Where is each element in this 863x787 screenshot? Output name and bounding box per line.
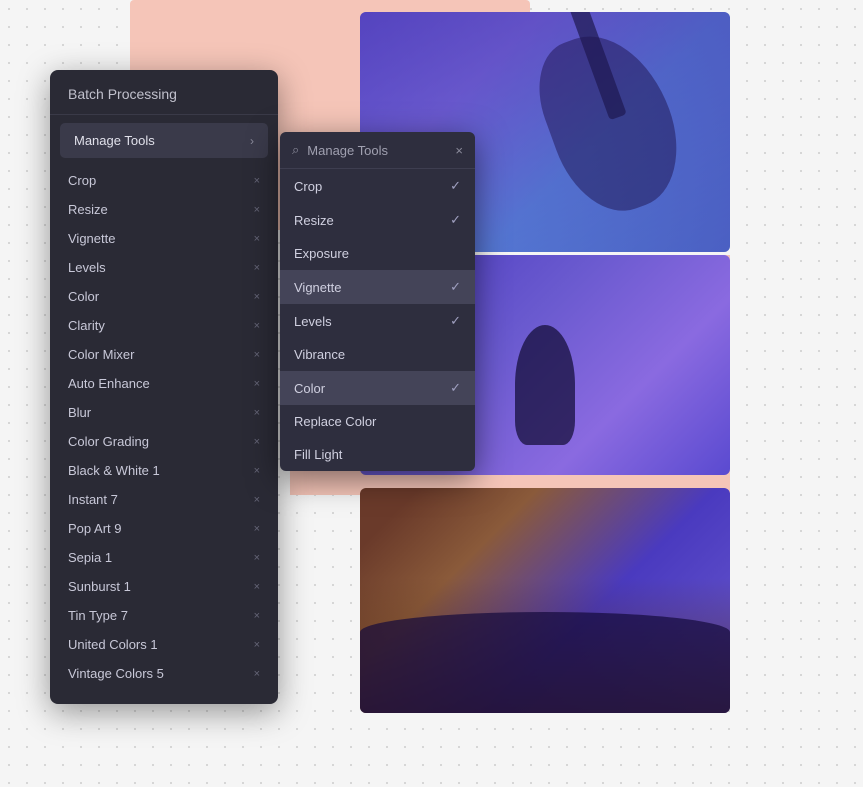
tool-item-crop[interactable]: Crop × <box>50 166 278 195</box>
tool-name-color-mixer: Color Mixer <box>68 347 134 362</box>
tool-name-resize: Resize <box>68 202 108 217</box>
dropdown-item-label: Resize <box>294 213 334 228</box>
tool-item-vignette[interactable]: Vignette × <box>50 224 278 253</box>
dropdown-item-exposure[interactable]: Exposure <box>280 237 475 270</box>
tool-item-blur[interactable]: Blur × <box>50 398 278 427</box>
tool-remove-levels[interactable]: × <box>254 262 260 274</box>
dropdown-item-label: Color <box>294 381 325 396</box>
dropdown-item-label: Vignette <box>294 280 341 295</box>
check-icon: ✓ <box>450 279 461 295</box>
arrow-right-icon: › <box>250 134 254 148</box>
tool-name-auto-enhance: Auto Enhance <box>68 376 150 391</box>
tool-remove-crop[interactable]: × <box>254 175 260 187</box>
tool-item-black-white[interactable]: Black & White 1 × <box>50 456 278 485</box>
tool-remove-united-colors[interactable]: × <box>254 639 260 651</box>
manage-tools-label: Manage Tools <box>74 133 155 148</box>
dropdown-item-label: Exposure <box>294 246 349 261</box>
tool-item-clarity[interactable]: Clarity × <box>50 311 278 340</box>
batch-processing-panel: Batch Processing Manage Tools › Crop × R… <box>50 70 278 704</box>
dropdown-item-crop[interactable]: Crop ✓ <box>280 169 475 203</box>
tool-remove-pop-art[interactable]: × <box>254 523 260 535</box>
check-icon: ✓ <box>450 380 461 396</box>
dropdown-item-color[interactable]: Color ✓ <box>280 371 475 405</box>
tool-list: Crop × Resize × Vignette × Levels × Colo… <box>50 166 278 688</box>
tool-remove-tin-type[interactable]: × <box>254 610 260 622</box>
tool-name-united-colors: United Colors 1 <box>68 637 158 652</box>
dropdown-item-replace-color[interactable]: Replace Color <box>280 405 475 438</box>
tool-item-sepia[interactable]: Sepia 1 × <box>50 543 278 572</box>
tool-item-vintage-colors[interactable]: Vintage Colors 5 × <box>50 659 278 688</box>
tool-remove-sunburst[interactable]: × <box>254 581 260 593</box>
manage-tools-dropdown: ⌕ Manage Tools × Crop ✓ Resize ✓ Exposur… <box>280 132 475 471</box>
tool-remove-color-mixer[interactable]: × <box>254 349 260 361</box>
tool-remove-blur[interactable]: × <box>254 407 260 419</box>
tool-remove-vignette[interactable]: × <box>254 233 260 245</box>
tool-remove-resize[interactable]: × <box>254 204 260 216</box>
tool-name-black-white: Black & White 1 <box>68 463 160 478</box>
dropdown-item-label: Levels <box>294 314 332 329</box>
dropdown-item-fill-light[interactable]: Fill Light <box>280 438 475 471</box>
tool-name-vintage-colors: Vintage Colors 5 <box>68 666 164 681</box>
dropdown-close-button[interactable]: × <box>455 143 463 158</box>
tool-name-vignette: Vignette <box>68 231 115 246</box>
dropdown-search-text[interactable]: Manage Tools <box>307 143 447 158</box>
dropdown-items-list: Crop ✓ Resize ✓ Exposure Vignette ✓ Leve… <box>280 169 475 471</box>
check-icon: ✓ <box>450 212 461 228</box>
manage-tools-button[interactable]: Manage Tools › <box>60 123 268 158</box>
tool-item-sunburst[interactable]: Sunburst 1 × <box>50 572 278 601</box>
tool-remove-color-grading[interactable]: × <box>254 436 260 448</box>
search-icon: ⌕ <box>292 142 299 158</box>
tool-remove-clarity[interactable]: × <box>254 320 260 332</box>
tool-name-blur: Blur <box>68 405 91 420</box>
dropdown-item-vibrance[interactable]: Vibrance <box>280 338 475 371</box>
tool-item-tin-type[interactable]: Tin Type 7 × <box>50 601 278 630</box>
dropdown-item-vignette[interactable]: Vignette ✓ <box>280 270 475 304</box>
tool-name-sunburst: Sunburst 1 <box>68 579 131 594</box>
tool-name-color: Color <box>68 289 99 304</box>
dropdown-item-label: Replace Color <box>294 414 376 429</box>
tool-item-levels[interactable]: Levels × <box>50 253 278 282</box>
tool-item-color-mixer[interactable]: Color Mixer × <box>50 340 278 369</box>
tool-remove-black-white[interactable]: × <box>254 465 260 477</box>
check-icon: ✓ <box>450 178 461 194</box>
tool-remove-color[interactable]: × <box>254 291 260 303</box>
dropdown-item-label: Crop <box>294 179 322 194</box>
batch-panel-title: Batch Processing <box>50 70 278 115</box>
tool-item-instant[interactable]: Instant 7 × <box>50 485 278 514</box>
dropdown-item-resize[interactable]: Resize ✓ <box>280 203 475 237</box>
dropdown-item-levels[interactable]: Levels ✓ <box>280 304 475 338</box>
tool-item-united-colors[interactable]: United Colors 1 × <box>50 630 278 659</box>
tool-remove-sepia[interactable]: × <box>254 552 260 564</box>
tool-name-color-grading: Color Grading <box>68 434 149 449</box>
tool-name-crop: Crop <box>68 173 96 188</box>
tool-item-auto-enhance[interactable]: Auto Enhance × <box>50 369 278 398</box>
tool-name-instant: Instant 7 <box>68 492 118 507</box>
tool-name-clarity: Clarity <box>68 318 105 333</box>
photo-concert <box>360 488 730 713</box>
tool-name-levels: Levels <box>68 260 106 275</box>
tool-item-color-grading[interactable]: Color Grading × <box>50 427 278 456</box>
tool-name-pop-art: Pop Art 9 <box>68 521 121 536</box>
tool-item-color[interactable]: Color × <box>50 282 278 311</box>
check-icon: ✓ <box>450 313 461 329</box>
dropdown-item-label: Fill Light <box>294 447 342 462</box>
tool-remove-vintage-colors[interactable]: × <box>254 668 260 680</box>
dropdown-item-label: Vibrance <box>294 347 345 362</box>
tool-item-resize[interactable]: Resize × <box>50 195 278 224</box>
tool-name-sepia: Sepia 1 <box>68 550 112 565</box>
tool-item-pop-art[interactable]: Pop Art 9 × <box>50 514 278 543</box>
tool-name-tin-type: Tin Type 7 <box>68 608 128 623</box>
tool-remove-auto-enhance[interactable]: × <box>254 378 260 390</box>
tool-remove-instant[interactable]: × <box>254 494 260 506</box>
dropdown-search-row: ⌕ Manage Tools × <box>280 132 475 169</box>
